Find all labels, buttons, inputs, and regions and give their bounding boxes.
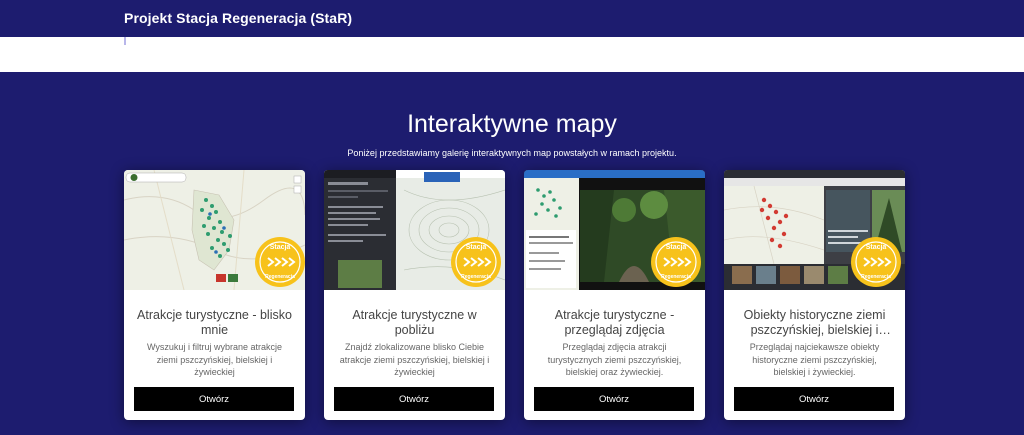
section-subtitle: Poniżej przedstawiamy galerię interaktyw… [347,148,677,158]
svg-text:Stacja: Stacja [666,244,687,251]
map-card-historical-objects: Stacja Regeneracja Obiekty historyczne z… [724,170,905,420]
card-title: Atrakcje turystyczne - blisko mnie [137,308,292,337]
stacja-regeneracja-badge-icon: Stacja Regeneracja [851,237,901,287]
card-description: Wyszukuj i filtruj wybrane atrakcje ziem… [147,342,282,377]
map-thumbnail[interactable]: Stacja Regeneracja [124,170,305,290]
map-thumbnail[interactable]: Stacja Regeneracja [524,170,705,290]
open-button[interactable]: Otwórz [734,387,894,411]
svg-text:Regeneracja: Regeneracja [861,274,891,280]
stacja-regeneracja-badge-icon: Stacja Regeneracja [255,237,305,287]
svg-text:Stacja: Stacja [466,244,487,251]
stacja-regeneracja-badge-icon: Stacja Regeneracja [451,237,501,287]
map-card-photo-browser: Stacja Regeneracja Atrakcje turystyczne … [524,170,705,420]
map-card-attractions-vicinity: Stacja Regeneracja Atrakcje turystyczne … [324,170,505,420]
open-button[interactable]: Otwórz [334,387,494,411]
site-title[interactable]: Projekt Stacja Regeneracja (StaR) [124,10,352,26]
svg-text:Stacja: Stacja [270,244,291,251]
map-thumbnail[interactable]: Stacja Regeneracja [724,170,905,290]
card-description: Przeglądaj zdjęcia atrakcji turystycznyc… [547,342,682,377]
site-header: Projekt Stacja Regeneracja (StaR) [0,0,1024,37]
accent-line [124,37,126,45]
white-band [0,37,1024,72]
open-button[interactable]: Otwórz [534,387,694,411]
svg-text:Regeneracja: Regeneracja [661,274,691,280]
svg-text:Regeneracja: Regeneracja [265,274,295,280]
open-button[interactable]: Otwórz [134,387,294,411]
stacja-regeneracja-badge-icon: Stacja Regeneracja [651,237,701,287]
svg-text:Regeneracja: Regeneracja [461,274,491,280]
map-card-nearby-attractions: Stacja Regeneracja Atrakcje turystyczne … [124,170,305,420]
card-title: Atrakcje turystyczne w pobliżu [352,308,477,337]
card-title: Obiekty historyczne ziemi pszczyńskiej, … [743,308,886,337]
card-description: Znajdź zlokalizowane blisko Ciebie atrak… [339,342,490,377]
svg-text:Stacja: Stacja [866,244,887,251]
card-title: Atrakcje turystyczne - przeglądaj zdjęci… [554,308,675,337]
map-thumbnail[interactable]: Stacja Regeneracja [324,170,505,290]
card-description: Przeglądaj najciekawsze obiekty historyc… [749,342,880,377]
section-title: Interaktywne mapy [407,110,617,138]
